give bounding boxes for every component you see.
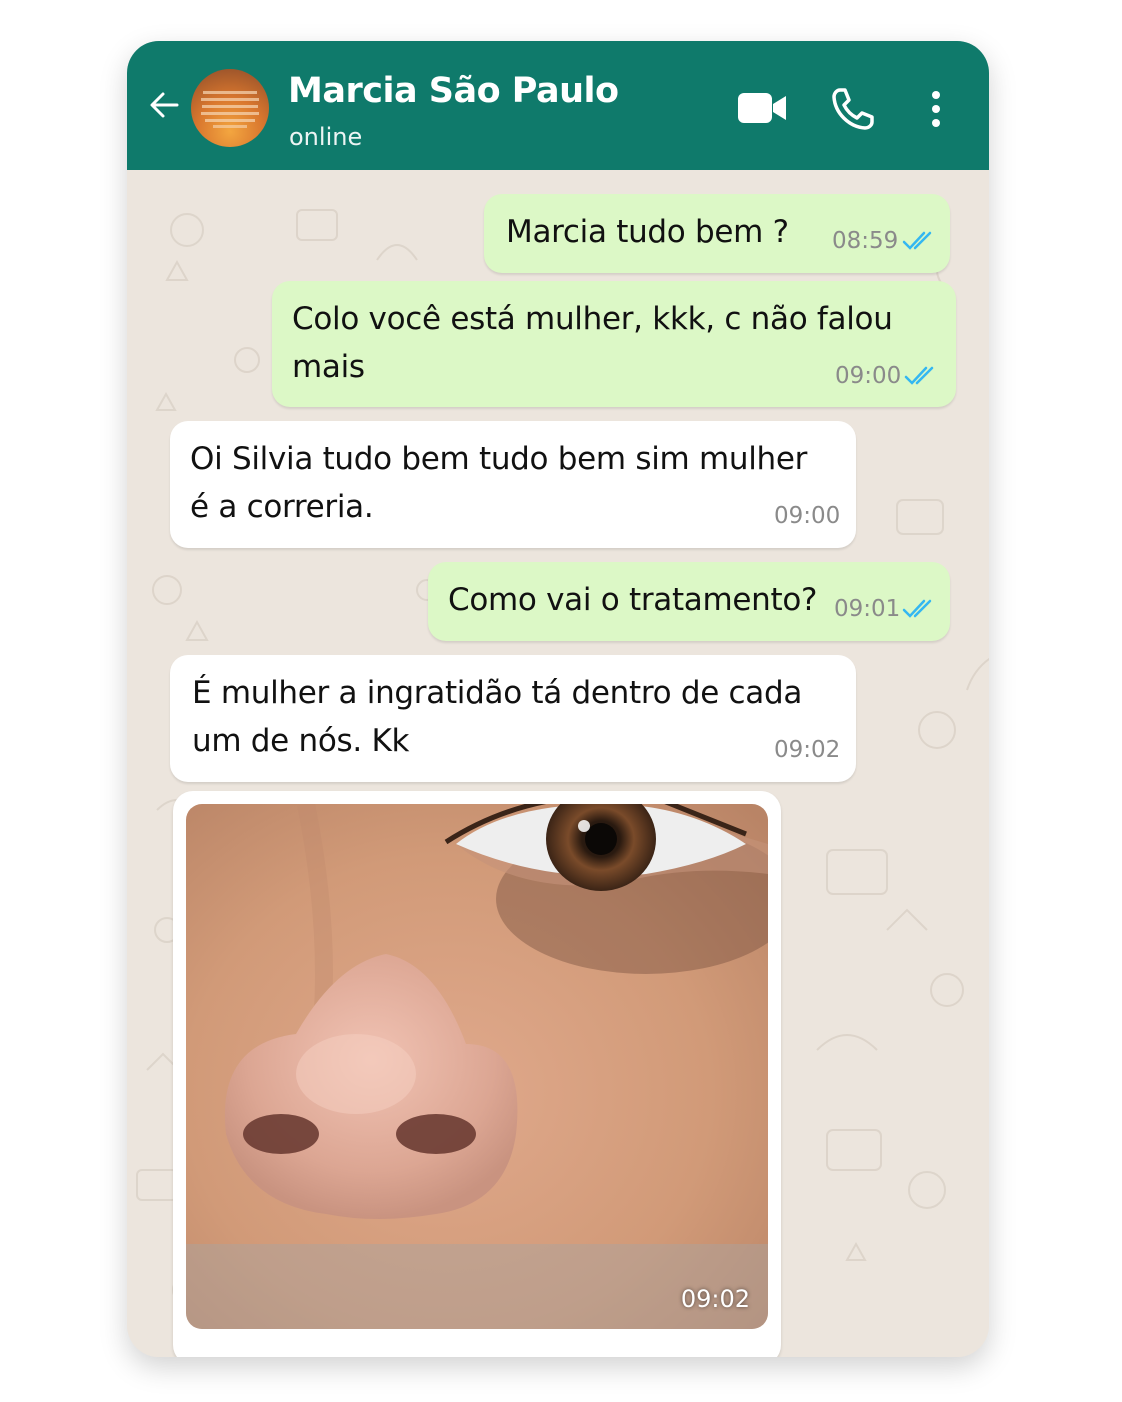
- contact-name[interactable]: Marcia São Paulo: [288, 71, 619, 111]
- read-receipt-icon: [902, 599, 932, 618]
- message-bubble-incoming[interactable]: Oi Silvia tudo bem tudo bem sim mulher é…: [170, 421, 856, 548]
- chat-header: Marcia São Paulo online: [127, 41, 989, 170]
- message-time: 09:02: [774, 737, 841, 763]
- photo-time: 09:02: [680, 1285, 750, 1313]
- face-closeup-image: [186, 804, 768, 1329]
- video-call-icon[interactable]: [737, 91, 787, 125]
- more-options-icon[interactable]: [924, 89, 948, 129]
- message-time: 09:00: [774, 503, 841, 529]
- chat-area[interactable]: Marcia tudo bem ? 08:59 Colo você está m…: [127, 170, 989, 1357]
- chat-window: Marcia São Paulo online Marcia tudo bem …: [127, 41, 989, 1357]
- avatar-image: [201, 91, 259, 128]
- photo-message-bubble[interactable]: 09:02: [173, 791, 781, 1357]
- phone-icon[interactable]: [831, 87, 875, 131]
- message-bubble-outgoing[interactable]: Como vai o tratamento? 09:01: [428, 562, 950, 641]
- message-text: Marcia tudo bem ?: [506, 214, 789, 250]
- message-time: 09:00: [835, 363, 902, 389]
- message-bubble-outgoing[interactable]: Marcia tudo bem ? 08:59: [484, 194, 950, 273]
- contact-status: online: [289, 123, 363, 151]
- message-bubble-outgoing[interactable]: Colo você está mulher, kkk, c não falou …: [272, 281, 956, 407]
- message-time: 09:01: [834, 596, 901, 622]
- message-text: É mulher a ingratidão tá dentro de cada …: [192, 675, 803, 759]
- photo-thumbnail[interactable]: 09:02: [186, 804, 768, 1329]
- read-receipt-icon: [904, 366, 934, 385]
- message-text: Oi Silvia tudo bem tudo bem sim mulher é…: [190, 441, 808, 525]
- back-arrow-icon[interactable]: [147, 87, 183, 123]
- message-time: 08:59: [832, 228, 899, 254]
- read-receipt-icon: [902, 231, 932, 250]
- message-text: Colo você está mulher, kkk, c não falou …: [292, 301, 893, 385]
- avatar[interactable]: [191, 69, 269, 147]
- message-bubble-incoming[interactable]: É mulher a ingratidão tá dentro de cada …: [170, 655, 856, 782]
- message-text: Como vai o tratamento?: [448, 582, 818, 618]
